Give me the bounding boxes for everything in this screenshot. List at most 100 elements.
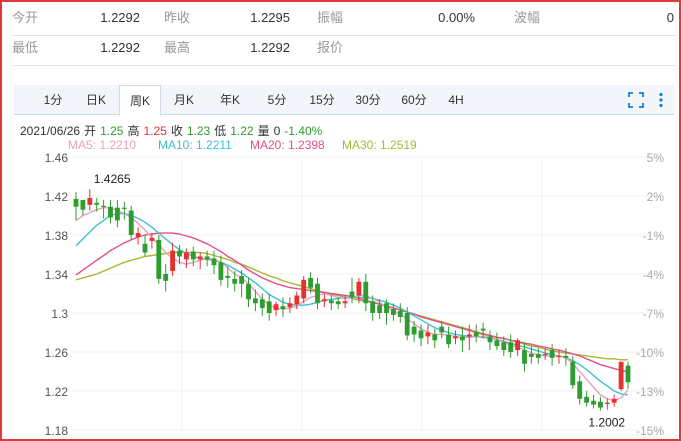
candle-body xyxy=(411,326,417,335)
candle-body xyxy=(252,298,258,304)
candle-body xyxy=(390,309,396,315)
candle-body xyxy=(287,303,293,308)
y-tick-label: 1.26 xyxy=(45,346,69,360)
candle-body xyxy=(542,353,548,356)
candle-body xyxy=(446,334,452,345)
candle-body xyxy=(177,250,182,257)
candle-body xyxy=(225,275,231,278)
pct-tick-label: 5% xyxy=(647,151,665,165)
candle-body xyxy=(266,301,272,313)
pct-tick-label: -10% xyxy=(636,346,664,360)
candle-body xyxy=(501,342,507,351)
candle-body xyxy=(604,402,610,404)
candle-body xyxy=(273,304,279,311)
y-tick-label: 1.3 xyxy=(51,307,68,321)
candle-body xyxy=(101,205,107,207)
candle-body xyxy=(584,396,590,403)
candle-body xyxy=(487,336,493,343)
candle-body xyxy=(301,279,307,299)
candle-body xyxy=(121,207,127,209)
candle-body xyxy=(625,365,631,383)
candle-body xyxy=(170,250,176,272)
candle-body xyxy=(259,299,265,309)
candle-body xyxy=(466,334,472,337)
candle-body xyxy=(528,353,534,357)
candle-body xyxy=(135,233,141,237)
pct-tick-label: -7% xyxy=(643,307,665,321)
candle-body xyxy=(183,252,189,260)
candle-body xyxy=(315,283,320,304)
candle-body xyxy=(321,299,327,302)
candle-body xyxy=(611,398,617,403)
candle-body xyxy=(577,381,583,399)
candle-body xyxy=(397,311,403,317)
candle-body xyxy=(280,306,286,310)
pct-tick-label: 2% xyxy=(647,190,665,204)
candle-body xyxy=(246,283,251,300)
candle-body xyxy=(232,278,238,284)
candle-body xyxy=(425,332,431,337)
quote-widget: 今开 1.2292 昨收 1.2295 振幅 0.00% 波幅 0 最低 1.2… xyxy=(0,0,681,441)
y-tick-label: 1.34 xyxy=(45,268,69,282)
candle-body xyxy=(432,334,438,341)
candle-body xyxy=(211,258,217,266)
pct-tick-label: -1% xyxy=(643,229,665,243)
candle-body xyxy=(556,355,562,358)
candle-body xyxy=(459,336,465,341)
candle-body xyxy=(597,401,603,408)
y-tick-label: 1.38 xyxy=(45,229,69,243)
y-tick-label: 1.18 xyxy=(45,424,69,438)
candle-body xyxy=(73,198,79,207)
y-tick-label: 1.46 xyxy=(45,151,69,165)
candle-body xyxy=(239,275,245,284)
y-tick-label: 1.42 xyxy=(45,190,69,204)
candle-body xyxy=(453,336,458,339)
candle-body xyxy=(149,237,155,241)
candle-body xyxy=(108,206,113,218)
candle-body xyxy=(94,202,100,205)
candle-body xyxy=(190,251,196,260)
candle-body xyxy=(163,274,169,281)
candle-body xyxy=(473,332,479,337)
candle-body xyxy=(618,361,624,390)
candle-body xyxy=(80,199,86,210)
candle-body xyxy=(204,256,210,260)
candle-body xyxy=(570,361,576,386)
candle-body xyxy=(535,353,541,358)
candle-body xyxy=(128,210,134,235)
candle-body xyxy=(522,350,527,364)
candle-body xyxy=(363,281,369,304)
candle-body xyxy=(342,301,348,304)
pct-tick-label: -4% xyxy=(643,268,665,282)
candle-body xyxy=(349,291,355,298)
min-price-label: 1.2002 xyxy=(588,416,625,430)
candle-body xyxy=(494,340,500,347)
candle-body xyxy=(515,340,521,351)
candle-body xyxy=(308,277,314,288)
candlestick-chart[interactable]: 1.46 5% 1.42 2% 1.38 -1% 1.34 -4% 1.3 -7% 1.26 -10%… xyxy=(2,2,679,439)
candle-body xyxy=(142,243,148,253)
candle-body xyxy=(384,303,389,313)
candle-body xyxy=(563,355,569,358)
y-tick-label: 1.22 xyxy=(45,385,69,399)
candle-body xyxy=(218,262,224,280)
candle-body xyxy=(87,197,93,205)
candle-body xyxy=(114,207,120,221)
pct-tick-label: -13% xyxy=(636,385,664,399)
candle-body xyxy=(328,300,334,304)
candle-body xyxy=(335,301,341,305)
candle-body xyxy=(294,295,300,305)
candle-body xyxy=(549,350,555,358)
pct-tick-label: -15% xyxy=(636,424,664,438)
candle-body xyxy=(197,256,203,260)
candle-body xyxy=(377,305,383,313)
candle-body xyxy=(356,281,362,296)
max-price-label: 1.4265 xyxy=(94,172,131,186)
candle-body xyxy=(591,400,596,405)
candle-body xyxy=(156,239,162,279)
candle-body xyxy=(480,328,486,331)
candle-body xyxy=(508,342,514,352)
candle-body xyxy=(418,330,424,339)
candle-body xyxy=(370,301,376,313)
candle-body xyxy=(404,313,410,336)
